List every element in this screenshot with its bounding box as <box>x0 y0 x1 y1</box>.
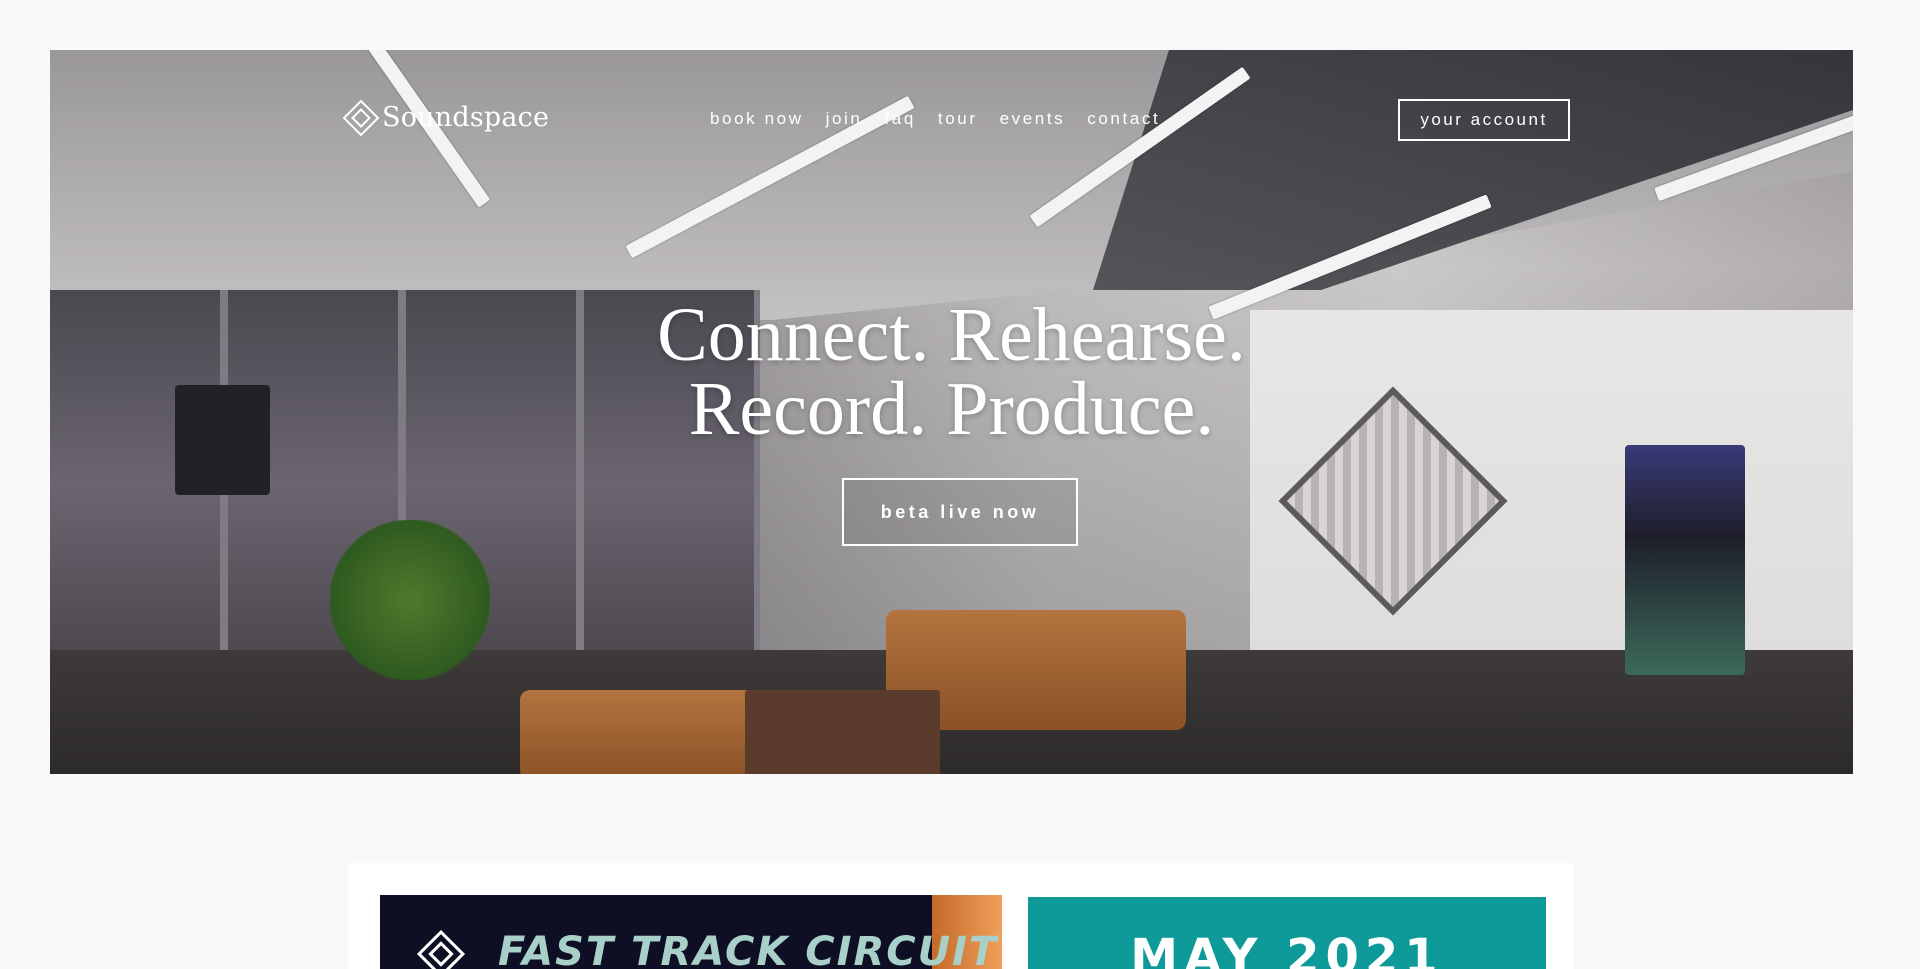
hero-photo-plant <box>330 520 490 680</box>
brand-logo[interactable]: Soundspace <box>342 99 550 136</box>
hero-section: Soundspace book now join faq tour events… <box>50 50 1853 774</box>
hero-photo-pinball <box>1625 445 1745 675</box>
nav-link-contact[interactable]: contact <box>1087 109 1160 129</box>
diamond-logo-icon <box>342 99 380 136</box>
fast-track-circuit-card[interactable]: FAST TRACK CIRCUIT <box>380 895 1002 969</box>
card-title: FAST TRACK CIRCUIT <box>498 929 999 969</box>
top-nav: Soundspace book now join faq tour events… <box>50 50 1853 200</box>
hero-headline-line1: Connect. Rehearse. <box>657 293 1246 377</box>
hero-headline-line2: Record. Produce. <box>688 367 1215 451</box>
nav-link-events[interactable]: events <box>1000 109 1066 129</box>
diamond-logo-icon <box>416 929 466 969</box>
nav-link-faq[interactable]: faq <box>884 109 915 129</box>
nav-link-join[interactable]: join <box>826 109 863 129</box>
beta-live-now-button[interactable]: beta live now <box>842 478 1078 546</box>
nav-link-tour[interactable]: tour <box>938 109 978 129</box>
may-2021-card[interactable]: MAY 2021 <box>1028 897 1546 969</box>
your-account-button[interactable]: your account <box>1398 99 1570 141</box>
featured-cards: FAST TRACK CIRCUIT MAY 2021 <box>348 863 1573 969</box>
hero-photo-chest <box>745 690 940 774</box>
card-title: MAY 2021 <box>1130 929 1444 969</box>
nav-links: book now join faq tour events contact <box>710 109 1160 129</box>
nav-link-book-now[interactable]: book now <box>710 109 804 129</box>
brand-name: Soundspace <box>382 102 550 133</box>
